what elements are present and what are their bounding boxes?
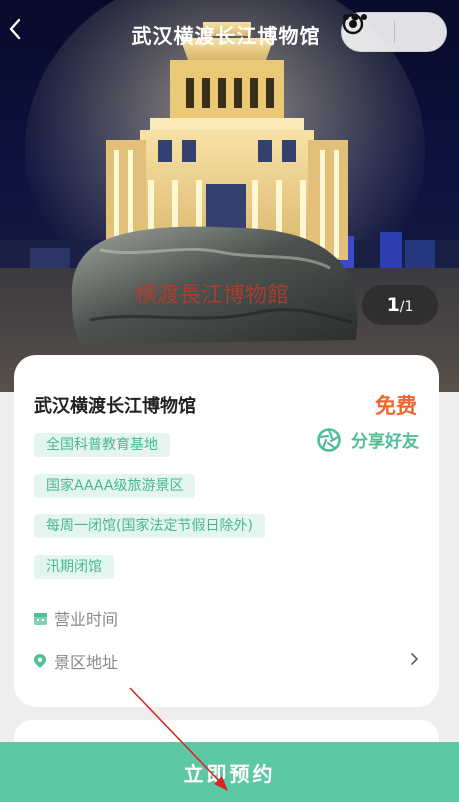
tag-item: 每周一闭馆(国家法定节假日除外) xyxy=(34,514,265,538)
gallery-counter: 1 / 1 xyxy=(362,285,438,325)
tag-item: 汛期闭馆 xyxy=(34,555,114,579)
mini-program-capsule xyxy=(341,12,447,52)
price-label: 免费 xyxy=(375,394,417,418)
record-target-icon xyxy=(342,13,364,35)
page-title: 武汉横渡长江博物馆 xyxy=(131,24,321,48)
tag-item: 全国科普教育基地 xyxy=(34,433,170,457)
opening-hours-row[interactable]: 营业时间 xyxy=(32,606,118,630)
opening-hours-label: 营业时间 xyxy=(54,610,119,629)
museum-photo[interactable]: 横渡長江博物館 武汉横渡长江博物馆 1 / 1 xyxy=(0,0,459,392)
venue-name: 武汉横渡长江博物馆 xyxy=(34,396,196,417)
location-pin-icon xyxy=(32,653,48,669)
close-mini-program-button[interactable] xyxy=(342,13,446,51)
share-label: 分享好友 xyxy=(351,432,419,452)
back-button[interactable] xyxy=(8,18,38,52)
nav-bar: 武汉横渡长江博物馆 xyxy=(0,0,459,70)
venue-info-card: 武汉横渡长江博物馆 免费 分享好友 全国科普教育基地 国家AAAA级旅游景区 每… xyxy=(14,355,439,707)
calendar-icon xyxy=(32,610,48,626)
address-row[interactable]: 景区地址 xyxy=(32,649,118,673)
stone-inscription: 横渡長江博物館 xyxy=(135,283,289,308)
gallery-total: 1 xyxy=(404,298,414,315)
chevron-right-icon[interactable] xyxy=(407,652,421,666)
share-button[interactable]: 分享好友 xyxy=(317,427,419,452)
share-aperture-icon xyxy=(317,427,341,452)
gallery-current: 1 xyxy=(386,294,400,316)
address-label: 景区地址 xyxy=(54,653,119,672)
tag-item: 国家AAAA级旅游景区 xyxy=(34,474,196,498)
book-now-button[interactable]: 立即预约 xyxy=(0,742,459,802)
chevron-left-icon xyxy=(9,18,21,40)
